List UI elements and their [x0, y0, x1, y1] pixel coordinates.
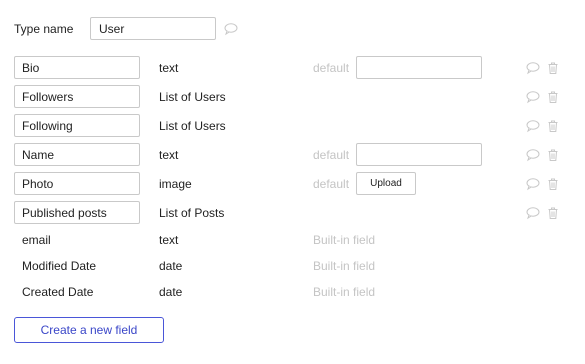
trash-icon[interactable] — [546, 119, 560, 133]
trash-icon[interactable] — [546, 177, 560, 191]
field-row: image default Upload — [14, 169, 574, 198]
field-row: List of Users — [14, 111, 574, 140]
field-type[interactable]: text — [159, 148, 178, 162]
field-name-input[interactable] — [14, 172, 140, 195]
default-value-input[interactable] — [356, 143, 482, 166]
type-name-row: Type name — [14, 17, 238, 40]
comment-icon[interactable] — [526, 90, 540, 104]
field-row: List of Posts — [14, 198, 574, 227]
field-name: Modified Date — [22, 259, 97, 273]
create-new-field-button[interactable]: Create a new field — [14, 317, 164, 343]
field-name-input[interactable] — [14, 114, 140, 137]
field-row: text default — [14, 140, 574, 169]
comment-icon[interactable] — [526, 177, 540, 191]
field-type[interactable]: List of Posts — [159, 206, 224, 220]
builtin-note: Built-in field — [313, 259, 376, 273]
field-name-input[interactable] — [14, 201, 140, 224]
row-actions — [526, 61, 560, 75]
upload-button[interactable]: Upload — [356, 172, 416, 195]
row-actions — [526, 119, 560, 133]
field-row: List of Users — [14, 82, 574, 111]
row-actions — [526, 148, 560, 162]
field-type[interactable]: List of Users — [159, 90, 226, 104]
default-label: default — [313, 60, 350, 75]
field-type: text — [159, 233, 179, 247]
type-name-label: Type name — [14, 21, 74, 36]
row-actions — [526, 90, 560, 104]
field-name-input[interactable] — [14, 85, 140, 108]
data-type-editor: Type name text default List of Users — [0, 0, 585, 364]
field-type[interactable]: List of Users — [159, 119, 226, 133]
comment-icon[interactable] — [526, 206, 540, 220]
default-value-input[interactable] — [356, 56, 482, 79]
field-name-input[interactable] — [14, 56, 140, 79]
comment-icon[interactable] — [526, 119, 540, 133]
field-type[interactable]: image — [159, 177, 192, 191]
trash-icon[interactable] — [546, 90, 560, 104]
field-name: Created Date — [22, 285, 94, 299]
comment-icon[interactable] — [526, 148, 540, 162]
field-row: text default — [14, 53, 574, 82]
field-type: date — [159, 259, 183, 273]
field-name-input[interactable] — [14, 143, 140, 166]
trash-icon[interactable] — [546, 148, 560, 162]
builtin-note: Built-in field — [313, 285, 376, 299]
field-type[interactable]: text — [159, 61, 178, 75]
field-name: email — [22, 233, 51, 247]
type-name-input[interactable] — [90, 17, 216, 40]
row-actions — [526, 206, 560, 220]
default-label: default — [313, 176, 350, 191]
fields-list: text default List of Users List of Users — [14, 53, 574, 305]
trash-icon[interactable] — [546, 61, 560, 75]
default-label: default — [313, 147, 350, 162]
row-actions — [526, 177, 560, 191]
builtin-field-row: email text Built-in field — [14, 227, 574, 253]
comment-icon[interactable] — [526, 61, 540, 75]
builtin-note: Built-in field — [313, 233, 376, 247]
trash-icon[interactable] — [546, 206, 560, 220]
builtin-field-row: Modified Date date Built-in field — [14, 253, 574, 279]
field-type: date — [159, 285, 183, 299]
comment-icon[interactable] — [224, 22, 238, 36]
builtin-field-row: Created Date date Built-in field — [14, 279, 574, 305]
